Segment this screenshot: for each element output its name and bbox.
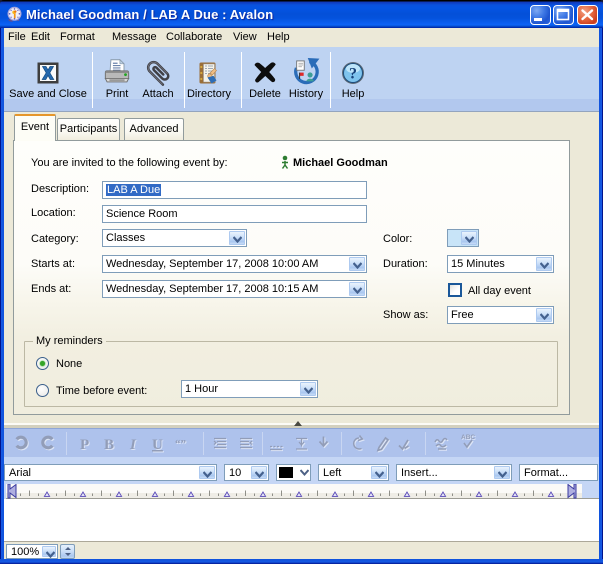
svg-text:“”: “”	[175, 438, 186, 450]
svg-text:U: U	[152, 437, 163, 453]
svg-text:P: P	[80, 437, 89, 453]
svg-text:?: ?	[349, 66, 357, 83]
svg-text:ABC: ABC	[461, 434, 475, 441]
svg-text:B: B	[104, 437, 114, 453]
svg-text:I: I	[129, 437, 137, 453]
